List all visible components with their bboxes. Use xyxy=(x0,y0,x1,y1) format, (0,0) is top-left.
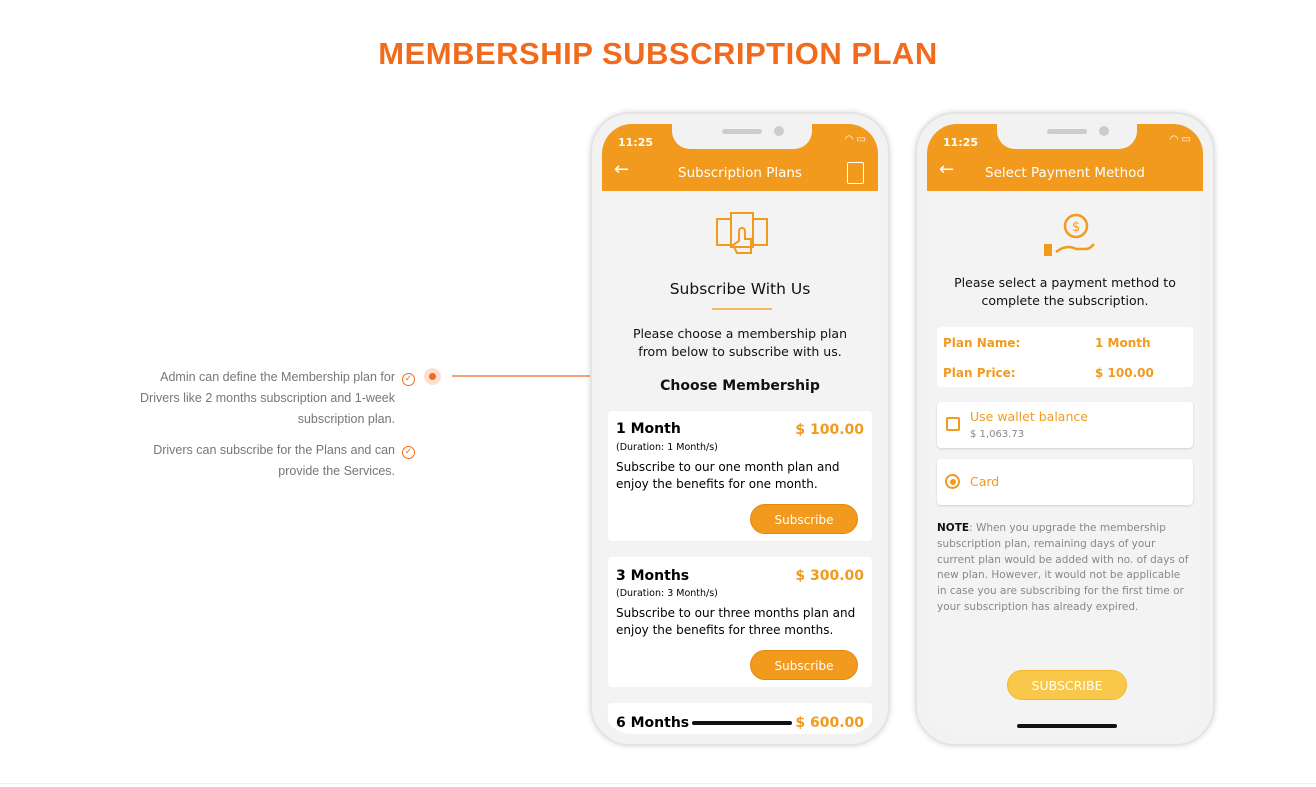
notch xyxy=(672,124,812,149)
plan-price-value: $ 100.00 xyxy=(1095,366,1154,380)
plan-summary: Plan Name: 1 Month Plan Price: $ 100.00 xyxy=(937,327,1193,387)
wallet-balance: $ 1,063.73 xyxy=(970,429,1025,440)
feature-text: Drivers like 2 months subscription and 1… xyxy=(140,391,395,405)
plan-price-label: Plan Price: xyxy=(943,366,1016,380)
feature-1: Admin can define the Membership plan for… xyxy=(140,367,395,430)
intro-text: Please select a payment method to complet… xyxy=(954,275,1176,308)
intro-text: Please choose a membership plan from belo… xyxy=(632,326,848,359)
status-icons: ◠ ▭ xyxy=(844,134,866,145)
header-title: Subscription Plans xyxy=(678,165,802,181)
header-title: Select Payment Method xyxy=(985,165,1145,181)
status-time: 11:25 xyxy=(943,136,979,149)
wallet-option[interactable]: Use wallet balance $ 1,063.73 xyxy=(937,402,1193,448)
card-option[interactable]: Card xyxy=(937,459,1193,505)
plan-name-label: Plan Name: xyxy=(943,336,1021,350)
check-icon: ✓ xyxy=(402,446,415,459)
home-indicator xyxy=(692,721,792,725)
subscription-plans-icon xyxy=(716,212,768,254)
feature-text: Admin can define the Membership plan for xyxy=(160,370,395,384)
plan-description: Subscribe to our one month plan and enjoy… xyxy=(616,460,840,491)
heading-underline xyxy=(712,308,772,310)
note-text: NOTE: When you upgrade the membership su… xyxy=(937,522,1189,613)
document-icon[interactable] xyxy=(847,162,864,184)
pointer-dot xyxy=(424,368,441,385)
feature-text: provide the Services. xyxy=(278,464,395,478)
plan-duration: (Duration: 1 Month/s) xyxy=(616,442,718,453)
divider xyxy=(0,783,1316,784)
phone-payment-method: 11:25 ◠ ▭ ← Select Payment Method $ Plea… xyxy=(915,112,1215,746)
plan-card: 6 Months $ 600.00 xyxy=(608,703,872,734)
plan-name: 1 Month xyxy=(616,421,681,437)
card-label: Card xyxy=(970,474,1000,489)
page-title: MEMBERSHIP SUBSCRIPTION PLAN xyxy=(378,36,938,71)
plan-duration: (Duration: 3 Month/s) xyxy=(616,588,718,599)
plan-card: 3 Months $ 300.00 (Duration: 3 Month/s) … xyxy=(608,557,872,687)
wallet-label: Use wallet balance xyxy=(970,409,1088,424)
plan-name-value: 1 Month xyxy=(1095,336,1151,350)
plan-price: $ 100.00 xyxy=(795,422,864,438)
connector-line xyxy=(452,375,592,377)
feature-text: Drivers can subscribe for the Plans and … xyxy=(153,443,395,457)
section-title: Choose Membership xyxy=(660,378,820,394)
subscribe-button[interactable]: SUBSCRIBE xyxy=(1007,670,1127,700)
feature-2: Drivers can subscribe for the Plans and … xyxy=(153,440,395,482)
payment-hand-icon: $ xyxy=(1044,213,1095,256)
plan-card: 1 Month $ 100.00 (Duration: 1 Month/s) S… xyxy=(608,411,872,541)
subscribe-button[interactable]: Subscribe xyxy=(750,650,858,680)
plan-name: 3 Months xyxy=(616,568,690,584)
home-indicator xyxy=(1017,724,1117,728)
feature-text: subscription plan. xyxy=(297,412,395,426)
card-radio[interactable] xyxy=(945,474,960,489)
svg-text:$: $ xyxy=(1072,220,1080,235)
plan-description: Subscribe to our three months plan and en… xyxy=(616,606,856,637)
status-icons: ◠ ▭ xyxy=(1169,134,1191,145)
subscribe-heading: Subscribe With Us xyxy=(669,280,811,298)
plan-price: $ 600.00 xyxy=(795,715,864,731)
status-time: 11:25 xyxy=(618,136,654,149)
phone-subscription-plans: 11:25 ◠ ▭ ← Subscription Plans Subscribe… xyxy=(590,112,890,746)
check-icon: ✓ xyxy=(402,373,415,386)
wallet-checkbox[interactable] xyxy=(946,417,960,431)
notch xyxy=(997,124,1137,149)
plan-name: 6 Months xyxy=(616,715,690,731)
plan-price: $ 300.00 xyxy=(795,568,864,584)
subscribe-button[interactable]: Subscribe xyxy=(750,504,858,534)
